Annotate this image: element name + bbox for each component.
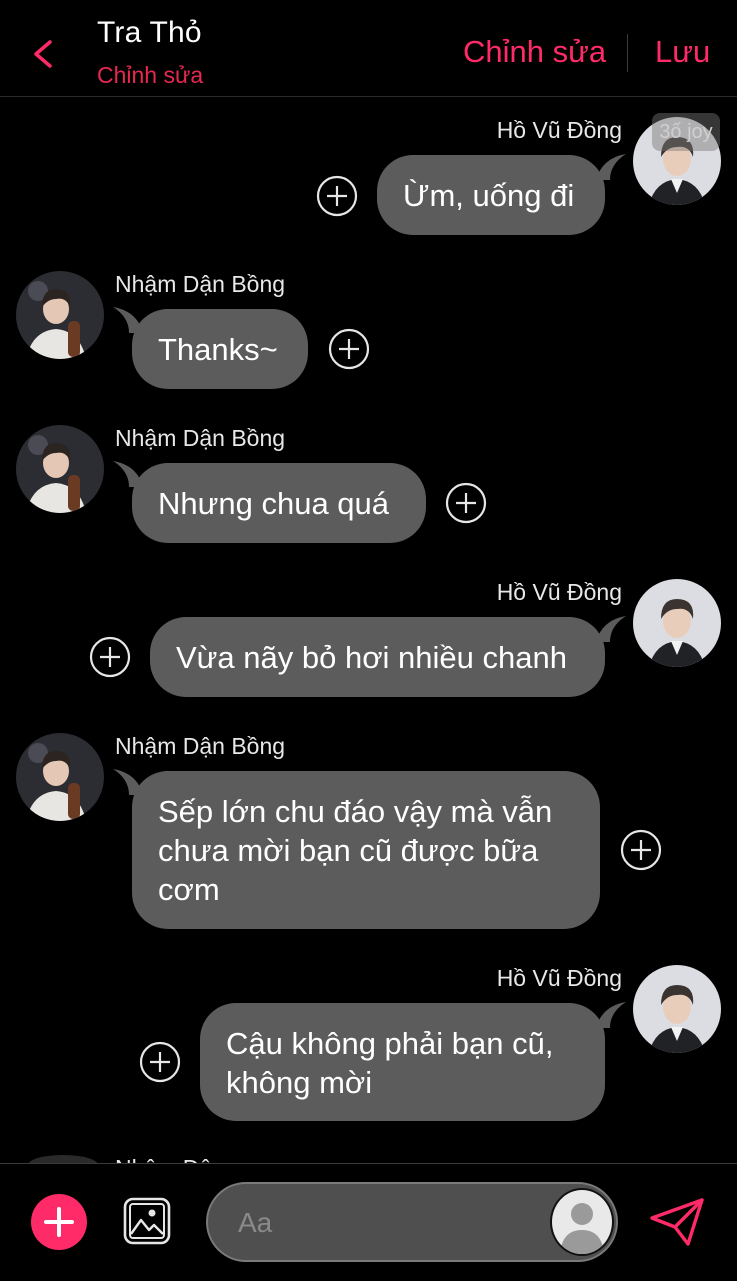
avatar-ho-vu-dong[interactable] (633, 579, 721, 667)
add-reaction-button[interactable] (328, 328, 370, 370)
plus-circle-icon (89, 636, 131, 678)
avatar-nham-dan-bong[interactable] (16, 733, 104, 821)
message-input[interactable] (236, 1200, 540, 1246)
message-text: Vừa nãy bỏ hơi nhiều chanh (176, 640, 567, 675)
bubble-tail (596, 998, 626, 1028)
sender-name: Nhậm Dận Bồng (115, 425, 286, 451)
watermark-badge: 3ố joy (652, 113, 720, 151)
avatar-image (16, 733, 104, 821)
message-bubble[interactable]: Nhưng chua quá (132, 463, 426, 543)
sender-name: Hồ Vũ Đồng (496, 117, 622, 143)
message-bubble[interactable]: Vừa nãy bỏ hơi nhiều chanh (150, 617, 605, 697)
chat-subtitle[interactable]: Chỉnh sửa (97, 62, 203, 89)
sender-name: Nhậm Dận Bồng (115, 733, 286, 759)
chevron-left-icon (34, 40, 52, 68)
avatar-nham-dan-bong[interactable] (16, 425, 104, 513)
chat-header: Tra Thỏ Chỉnh sửa Chỉnh sửa Lưu (0, 0, 737, 97)
sender-switch-avatar[interactable] (550, 1188, 614, 1256)
avatar-image (633, 965, 721, 1053)
plus-circle-icon (620, 829, 662, 871)
message-bubble[interactable]: Sếp lớn chu đáo vậy mà vẫn chưa mời bạn … (132, 771, 600, 929)
edit-button[interactable]: Chỉnh sửa (463, 34, 606, 70)
avatar-image (16, 425, 104, 513)
bubble-tail (596, 612, 626, 642)
avatar-ho-vu-dong[interactable] (633, 965, 721, 1053)
add-button[interactable] (31, 1194, 87, 1250)
sender-name: Nhậm Dận Bồng (115, 1148, 285, 1164)
header-divider (627, 34, 628, 72)
plus-icon (44, 1207, 74, 1237)
message-text: Thanks~ (158, 332, 278, 367)
message-text: Nhưng chua quá (158, 486, 390, 521)
send-button[interactable] (648, 1196, 706, 1248)
message-text: Ừm, uống đi (403, 178, 575, 213)
back-button[interactable] (26, 34, 62, 74)
avatar-nham-dan-bong[interactable] (16, 271, 104, 359)
plus-circle-icon (139, 1041, 181, 1083)
message-text: Cậu không phải bạn cũ, không mời (226, 1026, 554, 1100)
save-button[interactable]: Lưu (655, 34, 710, 70)
message-bubble[interactable]: Ừm, uống đi (377, 155, 605, 235)
message-input-container (206, 1182, 618, 1262)
bubble-tail (596, 150, 626, 180)
message-bubble[interactable]: Cậu không phải bạn cũ, không mời (200, 1003, 605, 1121)
avatar-image (16, 271, 104, 359)
plus-circle-icon (328, 328, 370, 370)
sender-name: Nhậm Dận Bồng (115, 271, 286, 297)
plus-circle-icon (316, 175, 358, 217)
add-reaction-button[interactable] (89, 636, 131, 678)
composer-bar (0, 1163, 737, 1281)
sender-name: Hồ Vũ Đồng (496, 579, 622, 605)
image-icon (123, 1197, 171, 1245)
add-reaction-button[interactable] (445, 482, 487, 524)
plus-circle-icon (445, 482, 487, 524)
avatar-image (633, 579, 721, 667)
sender-name: Hồ Vũ Đồng (496, 965, 622, 991)
chat-title: Tra Thỏ (97, 16, 202, 49)
message-bubble[interactable]: Thanks~ (132, 309, 308, 389)
add-reaction-button[interactable] (139, 1041, 181, 1083)
add-reaction-button[interactable] (620, 829, 662, 871)
person-silhouette-icon (552, 1190, 612, 1254)
message-text: Sếp lớn chu đáo vậy mà vẫn chưa mời bạn … (158, 794, 553, 907)
send-icon (650, 1198, 704, 1246)
add-reaction-button[interactable] (316, 175, 358, 217)
image-picker-button[interactable] (122, 1196, 172, 1246)
